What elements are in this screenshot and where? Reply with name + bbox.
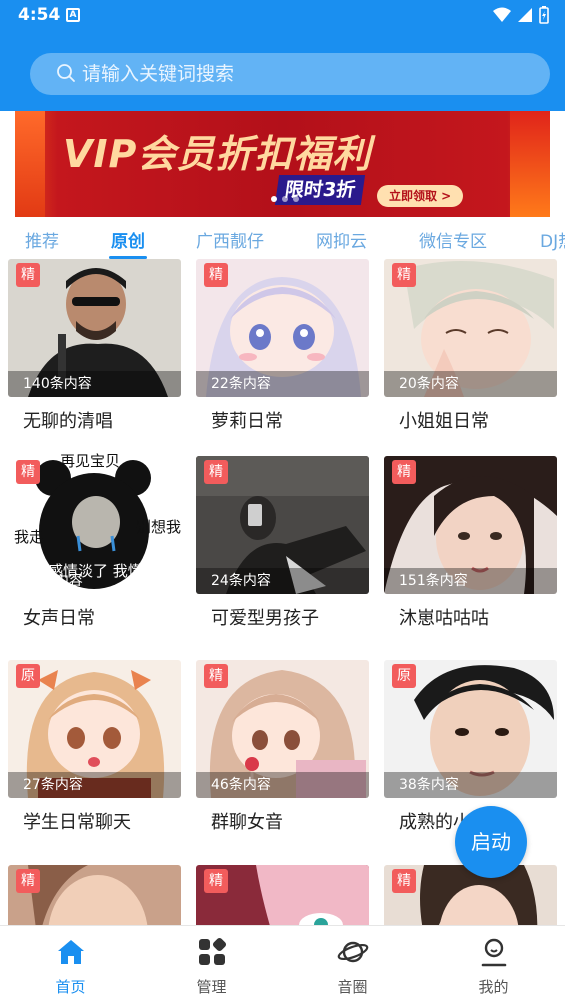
card-count: 38条内容 — [23, 573, 83, 589]
battery-icon — [539, 6, 549, 24]
banner-dot — [293, 196, 299, 202]
search-bar[interactable] — [30, 53, 550, 95]
banner-claim-button[interactable]: 立即领取 > — [377, 185, 464, 207]
content-card[interactable]: 原 27条内容 学生日常聊天 — [8, 660, 181, 833]
card-count: 27条内容 — [23, 777, 83, 793]
header: 4:54 A — [0, 0, 565, 111]
content-card[interactable]: 原 38条内容 成熟的小 — [384, 660, 557, 833]
tab-dj[interactable]: DJ热 — [540, 227, 565, 252]
card-title: 萝莉日常 — [211, 411, 283, 432]
card-thumbnail: 精 — [384, 865, 557, 925]
content-card[interactable]: 精 20条内容 小姐姐日常 — [384, 259, 557, 432]
search-input[interactable] — [82, 53, 522, 95]
nav-label: 首页 — [55, 978, 86, 996]
card-title: 小姐姐日常 — [399, 411, 489, 432]
card-title: 无聊的清唱 — [23, 411, 113, 432]
card-count: 20条内容 — [399, 376, 459, 392]
status-icons — [493, 6, 549, 24]
status-time: 4:54 — [18, 5, 61, 25]
card-thumbnail: 原 27条内容 — [8, 660, 181, 798]
card-title: 群聊女音 — [211, 812, 283, 833]
nav-home[interactable]: 首页 — [0, 926, 141, 1004]
nav-me[interactable]: 我的 — [423, 926, 564, 1004]
card-thumbnail: 精 22条内容 — [196, 259, 369, 397]
tab-original[interactable]: 原创 — [111, 227, 145, 252]
card-count: 151条内容 — [399, 573, 468, 589]
card-thumbnail: 精 — [196, 865, 369, 925]
card-count: 22条内容 — [211, 376, 271, 392]
grid-icon — [199, 937, 227, 965]
card-title: 沐崽咕咕咕 — [399, 608, 489, 629]
card-title: 可爱型男孩子 — [211, 608, 319, 629]
content-card[interactable]: 精 — [8, 865, 181, 925]
home-icon — [58, 940, 84, 964]
card-tag: 精 — [392, 263, 416, 287]
card-thumbnail: 精 140条内容 — [8, 259, 181, 397]
card-thumbnail: 精 151条内容 — [384, 456, 557, 594]
nav-label: 我的 — [478, 978, 509, 996]
nav-circle[interactable]: 音圈 — [282, 926, 423, 1004]
card-tag: 精 — [16, 263, 40, 287]
card-count: 38条内容 — [399, 777, 459, 793]
card-count: 46条内容 — [211, 777, 271, 793]
status-bar: 4:54 A — [0, 0, 565, 32]
content-card[interactable]: 再见宝贝 我走 别想我 感情淡了 我懂 精 38条内容 女声日常 — [8, 452, 182, 629]
banner-dot — [271, 196, 277, 202]
start-button[interactable]: 启动 — [455, 806, 527, 878]
content-card[interactable]: 精 — [196, 865, 369, 925]
meme-caption-top: 再见宝贝 — [60, 452, 121, 470]
bottom-nav: 首页 管理 音圈 我的 — [0, 925, 565, 1004]
notification-icon: A — [66, 8, 80, 22]
card-tag: 精 — [204, 869, 228, 893]
card-tag: 原 — [392, 664, 416, 688]
card-thumbnail: 精 46条内容 — [196, 660, 369, 798]
card-thumbnail: 精 — [8, 865, 181, 925]
meme-caption-right: 别想我 — [136, 518, 182, 536]
card-thumbnail: 再见宝贝 我走 别想我 感情淡了 我懂 精 38条内容 — [8, 452, 182, 594]
card-tag: 原 — [16, 664, 40, 688]
content-card[interactable]: 精 46条内容 群聊女音 — [196, 660, 369, 833]
nav-label: 管理 — [196, 978, 227, 996]
card-tag: 精 — [16, 869, 40, 893]
content-card[interactable]: 精 22条内容 萝莉日常 — [196, 259, 369, 432]
planet-icon — [337, 941, 369, 963]
banner-title: VIP会员折扣福利 — [63, 132, 372, 176]
user-icon — [481, 938, 507, 967]
search-icon — [57, 64, 75, 82]
app-root: 4:54 A VIP会员折扣福利 限时3折 立即领取 > 推荐 原创 广西靓仔 — [0, 0, 565, 1004]
wifi-icon — [493, 7, 511, 22]
tab-wangyiyun[interactable]: 网抑云 — [316, 227, 367, 252]
content-card[interactable]: 精 151条内容 沐崽咕咕咕 — [384, 456, 557, 629]
card-title: 女声日常 — [23, 608, 95, 629]
card-tag: 精 — [392, 460, 416, 484]
card-tag: 精 — [204, 263, 228, 287]
card-count: 24条内容 — [211, 573, 271, 589]
card-thumbnail: 精 20条内容 — [384, 259, 557, 397]
meme-caption-left: 我走 — [14, 528, 45, 546]
nav-label: 音圈 — [337, 978, 368, 996]
card-count: 140条内容 — [23, 376, 92, 392]
tab-recommend[interactable]: 推荐 — [25, 227, 59, 252]
tab-wechat[interactable]: 微信专区 — [419, 227, 487, 252]
banner-dot — [282, 196, 288, 202]
signal-icon — [518, 8, 532, 22]
card-title: 学生日常聊天 — [23, 812, 131, 833]
card-thumbnail: 原 38条内容 — [384, 660, 557, 798]
content-card[interactable]: 精 24条内容 可爱型男孩子 — [196, 456, 369, 629]
promo-banner[interactable]: VIP会员折扣福利 限时3折 立即领取 > — [15, 111, 550, 217]
card-tag: 精 — [204, 664, 228, 688]
category-tabs: 推荐 原创 广西靓仔 网抑云 微信专区 DJ热 — [0, 217, 565, 259]
card-tag: 精 — [204, 460, 228, 484]
nav-manage[interactable]: 管理 — [141, 926, 282, 1004]
content-card[interactable]: 精 — [384, 865, 557, 925]
tab-guangxi[interactable]: 广西靓仔 — [196, 227, 264, 252]
banner-pagination — [271, 196, 299, 202]
card-thumbnail: 精 24条内容 — [196, 456, 369, 594]
content-card[interactable]: 精 140条内容 无聊的清唱 — [8, 259, 181, 432]
card-tag: 精 — [16, 460, 40, 484]
card-tag: 精 — [392, 869, 416, 893]
